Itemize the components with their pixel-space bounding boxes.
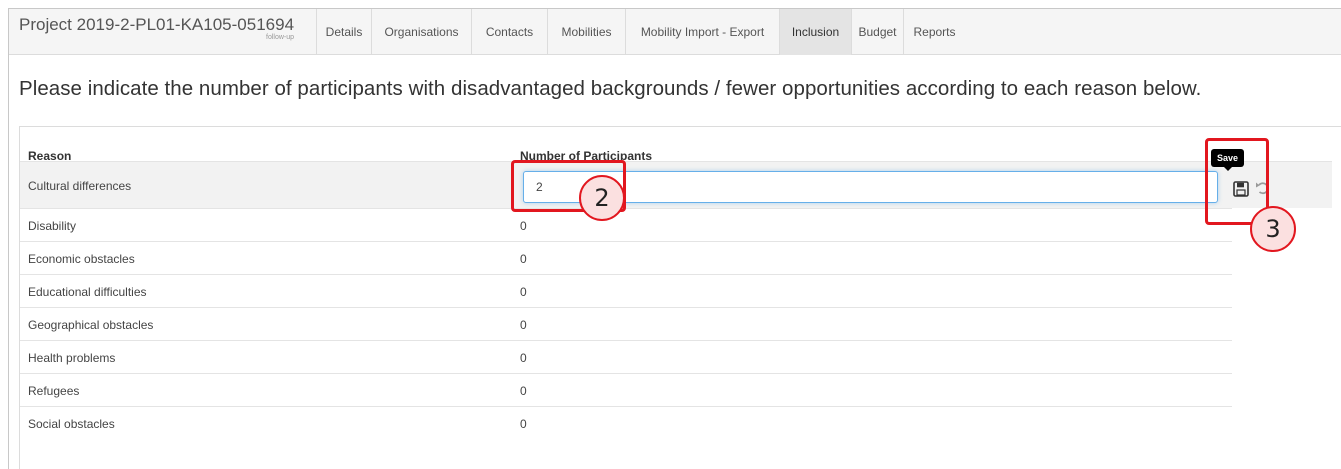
tab-budget[interactable]: Budget — [851, 9, 903, 55]
row-reason: Health problems — [28, 351, 116, 365]
row-reason: Cultural differences — [28, 179, 132, 193]
table-row: Educational difficulties 0 — [20, 274, 1232, 307]
row-value[interactable]: 0 — [520, 252, 527, 266]
app-window: Project 2019-2-PL01-KA105-051694 follow-… — [8, 8, 1341, 469]
tab-reports[interactable]: Reports — [903, 9, 965, 55]
row-value[interactable]: 0 — [520, 219, 527, 233]
row-value[interactable]: 0 — [520, 417, 527, 431]
tab-organisations[interactable]: Organisations — [371, 9, 471, 55]
table-row: Economic obstacles 0 — [20, 241, 1232, 274]
table-row: Geographical obstacles 0 — [20, 307, 1232, 340]
row-reason: Educational difficulties — [28, 285, 147, 299]
top-navigation-bar: Project 2019-2-PL01-KA105-051694 follow-… — [9, 9, 1341, 55]
row-value[interactable]: 0 — [520, 384, 527, 398]
row-reason: Geographical obstacles — [28, 318, 154, 332]
annotation-badge-3: 3 — [1250, 206, 1296, 252]
tab-mobilities[interactable]: Mobilities — [547, 9, 625, 55]
page-instructions: Please indicate the number of participan… — [19, 77, 1202, 100]
tab-mobility-import-export[interactable]: Mobility Import - Export — [625, 9, 779, 55]
row-reason: Disability — [28, 219, 77, 233]
tab-details[interactable]: Details — [316, 9, 371, 55]
table-row: Social obstacles 0 — [20, 406, 1232, 439]
project-subtitle: follow-up — [266, 34, 295, 41]
row-value[interactable]: 0 — [520, 285, 527, 299]
row-value[interactable]: 0 — [520, 351, 527, 365]
row-reason: Economic obstacles — [28, 252, 135, 266]
participants-input[interactable] — [523, 171, 1218, 203]
tab-contacts[interactable]: Contacts — [471, 9, 547, 55]
table-row: Refugees 0 — [20, 373, 1232, 406]
inclusion-table: Reason Number of Participants Cultural d… — [19, 126, 1341, 469]
project-brand[interactable]: Project 2019-2-PL01-KA105-051694 follow-… — [19, 15, 294, 49]
table-row: Health problems 0 — [20, 340, 1232, 373]
tab-inclusion[interactable]: Inclusion — [779, 9, 851, 55]
annotation-badge-2: 2 — [579, 175, 625, 221]
row-value[interactable]: 0 — [520, 318, 527, 332]
row-reason: Social obstacles — [28, 417, 115, 431]
row-reason: Refugees — [28, 384, 80, 398]
table-row: Disability 0 — [20, 208, 1232, 241]
project-title: Project 2019-2-PL01-KA105-051694 — [19, 15, 295, 34]
